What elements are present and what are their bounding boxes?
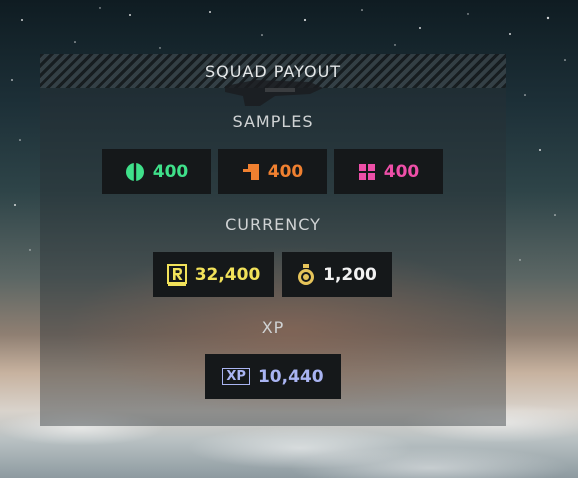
- super-sample-icon: [358, 163, 375, 180]
- xp-value: 10,440: [257, 366, 324, 387]
- rare-sample-chip: 400: [218, 149, 327, 194]
- ship-silhouette: [225, 80, 323, 106]
- common-sample-value: 400: [152, 161, 189, 182]
- squad-payout-panel: SQUAD PAYOUT SAMPLES 400 400 400 CURRENC…: [40, 54, 506, 426]
- xp-chip: XP 10,440: [205, 354, 341, 399]
- medal-chip: 1,200: [282, 252, 392, 297]
- super-sample-value: 400: [383, 161, 420, 182]
- common-sample-icon: [125, 162, 144, 181]
- medal-value: 1,200: [323, 264, 377, 285]
- common-sample-chip: 400: [102, 149, 211, 194]
- requisition-chip: 32,400: [153, 252, 274, 297]
- rare-sample-value: 400: [267, 161, 304, 182]
- requisition-icon: [166, 263, 187, 286]
- currency-title: CURRENCY: [225, 215, 321, 234]
- super-sample-chip: 400: [334, 149, 443, 194]
- xp-title: XP: [261, 318, 285, 337]
- xp-icon: XP: [222, 368, 250, 385]
- requisition-value: 32,400: [194, 264, 261, 285]
- samples-title: SAMPLES: [232, 112, 314, 131]
- medal-icon: [298, 263, 315, 285]
- rare-sample-icon: [242, 163, 259, 180]
